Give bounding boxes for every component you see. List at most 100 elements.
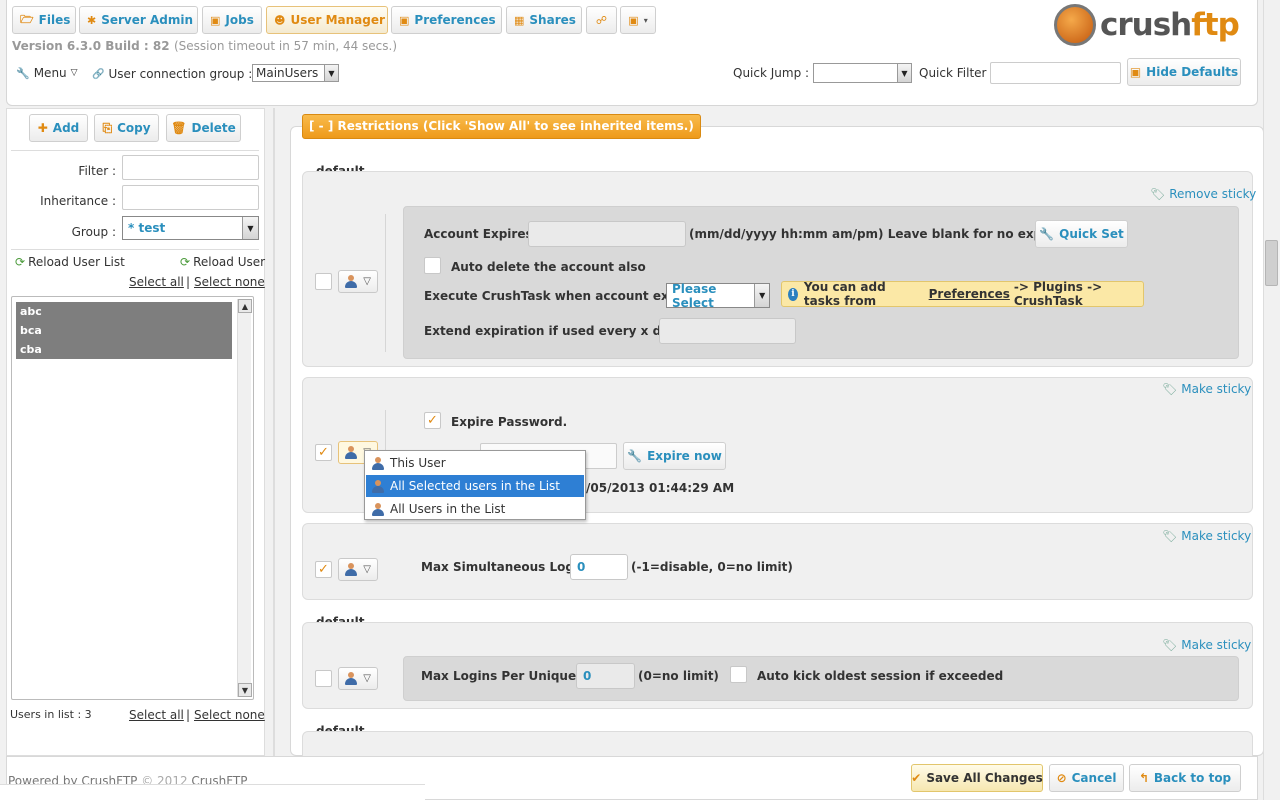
override-checkbox[interactable] [315, 273, 332, 290]
link-icon: 🔗 [92, 68, 105, 80]
user-icon [345, 563, 358, 576]
check-icon: ✔ [911, 771, 922, 785]
tag-icon: 🏷 [1162, 638, 1178, 652]
select-all-link[interactable]: Select all [129, 275, 184, 289]
crushtask-select[interactable]: Please Select ▼ [666, 282, 770, 310]
reload-user-button[interactable]: ⟳ Reload User [180, 255, 265, 269]
status-strip [0, 784, 425, 800]
select-all-link[interactable]: Select all [129, 708, 184, 722]
wrench-icon: 🔧 [1039, 227, 1055, 241]
apply-to-users-button[interactable]: ▽ [338, 270, 378, 293]
max-logins-ip-hint: (0=no limit) [638, 669, 719, 683]
conn-group-select[interactable]: MainUsers ▼ [252, 64, 339, 82]
next-section [302, 731, 1253, 756]
user-list-scrollbar[interactable]: ▲ ▼ [237, 299, 252, 697]
back-to-top-button[interactable]: ↰ Back to top [1129, 764, 1241, 792]
override-checkbox[interactable] [315, 670, 332, 687]
group-label: Group : [71, 225, 116, 239]
tab-preferences[interactable]: ▣ Preferences [391, 6, 502, 34]
user-list[interactable]: abc bca cba ▲ ▼ [11, 296, 254, 700]
image-icon: ▣ [628, 13, 639, 27]
chevron-down-icon: ▽ [70, 68, 78, 78]
make-sticky-link[interactable]: 🏷 Make sticky [1162, 382, 1251, 396]
preferences-link[interactable]: Preferences [929, 287, 1010, 301]
chevron-down-icon: ▽ [363, 564, 371, 575]
select-none-link[interactable]: Select none [194, 708, 265, 722]
restrictions-header[interactable]: [ - ] Restrictions (Click 'Show All' to … [302, 114, 701, 139]
max-simultaneous-input[interactable]: 0 [570, 554, 628, 580]
copy-icon: ⎘ [102, 120, 113, 135]
tag-icon: 🏷 [1150, 187, 1166, 201]
hide-icon: ▣ [1129, 65, 1142, 79]
select-arrow-icon: ▼ [324, 65, 338, 81]
account-expires-input[interactable] [528, 221, 686, 247]
info-icon: i [788, 287, 798, 301]
menu-item-this-user[interactable]: This User [366, 452, 584, 474]
quick-filter-input[interactable] [990, 62, 1121, 84]
scroll-down-icon[interactable]: ▼ [238, 683, 252, 697]
dropdown-arrow-icon: ▾ [643, 15, 648, 25]
apply-to-users-button[interactable]: ▽ [338, 558, 378, 581]
version-label: Version 6.3.0 Build : 82 [12, 39, 170, 53]
max-simultaneous-hint: (-1=disable, 0=no limit) [631, 560, 793, 574]
folder-icon: 🗁 [20, 12, 34, 26]
select-none-link[interactable]: Select none [194, 275, 265, 289]
menu-item-all-selected-users[interactable]: All Selected users in the List [366, 475, 584, 497]
save-all-changes-button[interactable]: ✔ Save All Changes [911, 764, 1043, 792]
tab-jobs[interactable]: ▣ Jobs [202, 6, 262, 34]
list-item-user[interactable]: abc [16, 302, 232, 321]
menu-item-all-users[interactable]: All Users in the List [366, 498, 584, 520]
quick-jump-select[interactable]: ▼ [813, 63, 912, 83]
tab-files[interactable]: 🗁 Files [12, 6, 76, 34]
arrow-up-icon: ↰ [1138, 771, 1149, 785]
make-sticky-link[interactable]: 🏷 Make sticky [1162, 638, 1251, 652]
tab-shares[interactable]: ▦ Shares [506, 6, 582, 34]
wrench-icon: 🔧 [16, 66, 30, 80]
cancel-button[interactable]: ⊘ Cancel [1049, 764, 1124, 792]
tab-server-admin[interactable]: ✱ Server Admin [79, 6, 198, 34]
preferences-icon: ▣ [399, 13, 410, 27]
override-checkbox[interactable]: ✓ [315, 444, 332, 461]
user-icon [345, 672, 358, 685]
scrollbar-thumb[interactable] [1265, 240, 1278, 286]
crushftp-logo: crushftp [1054, 4, 1254, 46]
wrench-icon: 🔧 [627, 449, 643, 463]
auto-kick-checkbox[interactable] [730, 666, 747, 683]
apply-to-users-button[interactable]: ▽ [338, 667, 378, 690]
execute-task-label: Execute CrushTask when account expires [424, 289, 703, 303]
page-scrollbar[interactable] [1263, 0, 1280, 800]
hide-defaults-button[interactable]: ▣ Hide Defaults [1127, 58, 1241, 86]
jobs-icon: ▣ [210, 13, 221, 27]
group-select[interactable]: * test ▼ [122, 216, 259, 240]
copy-user-button[interactable]: ⎘ Copy [94, 114, 159, 142]
make-sticky-link[interactable]: 🏷 Make sticky [1162, 529, 1251, 543]
extend-expiration-input[interactable] [659, 318, 796, 344]
select-arrow-icon: ▼ [754, 284, 769, 307]
user-icon: ☻ [274, 13, 286, 27]
filter-input[interactable] [122, 155, 259, 180]
select-arrow-icon: ▼ [242, 217, 258, 239]
image-menu-button[interactable]: ▣ ▾ [620, 6, 656, 34]
list-item-user[interactable]: bca [16, 321, 232, 340]
user-icon [345, 446, 358, 459]
add-user-button[interactable]: ✚ Add [29, 114, 88, 142]
tab-user-manager[interactable]: ☻ User Manager [266, 6, 388, 34]
max-logins-ip-input[interactable]: 0 [576, 663, 635, 689]
unlock-button[interactable]: ☍ [586, 6, 617, 34]
quick-set-button[interactable]: 🔧 Quick Set [1035, 220, 1128, 248]
menu-button[interactable]: 🔧 Menu ▽ [16, 66, 78, 80]
inheritance-input[interactable] [122, 185, 259, 210]
delete-user-button[interactable]: 🗑 Delete [166, 114, 241, 142]
auto-delete-checkbox[interactable] [424, 257, 441, 274]
expire-now-button[interactable]: 🔧 Expire now [623, 442, 726, 470]
reload-user-list-button[interactable]: ⟳ Reload User List [15, 255, 125, 269]
override-checkbox[interactable]: ✓ [315, 561, 332, 578]
remove-sticky-link[interactable]: 🏷 Remove sticky [1150, 187, 1256, 201]
list-item-user[interactable]: cba [16, 340, 232, 359]
users-in-list-count: Users in list : 3 [10, 708, 92, 721]
scroll-up-icon[interactable]: ▲ [238, 299, 252, 313]
panel-splitter[interactable] [273, 108, 275, 800]
expire-password-checkbox[interactable]: ✓ [424, 412, 441, 429]
account-expires-hint: (mm/dd/yyyy hh:mm am/pm) Leave blank for… [689, 227, 1092, 241]
plus-icon: ✚ [37, 121, 48, 135]
